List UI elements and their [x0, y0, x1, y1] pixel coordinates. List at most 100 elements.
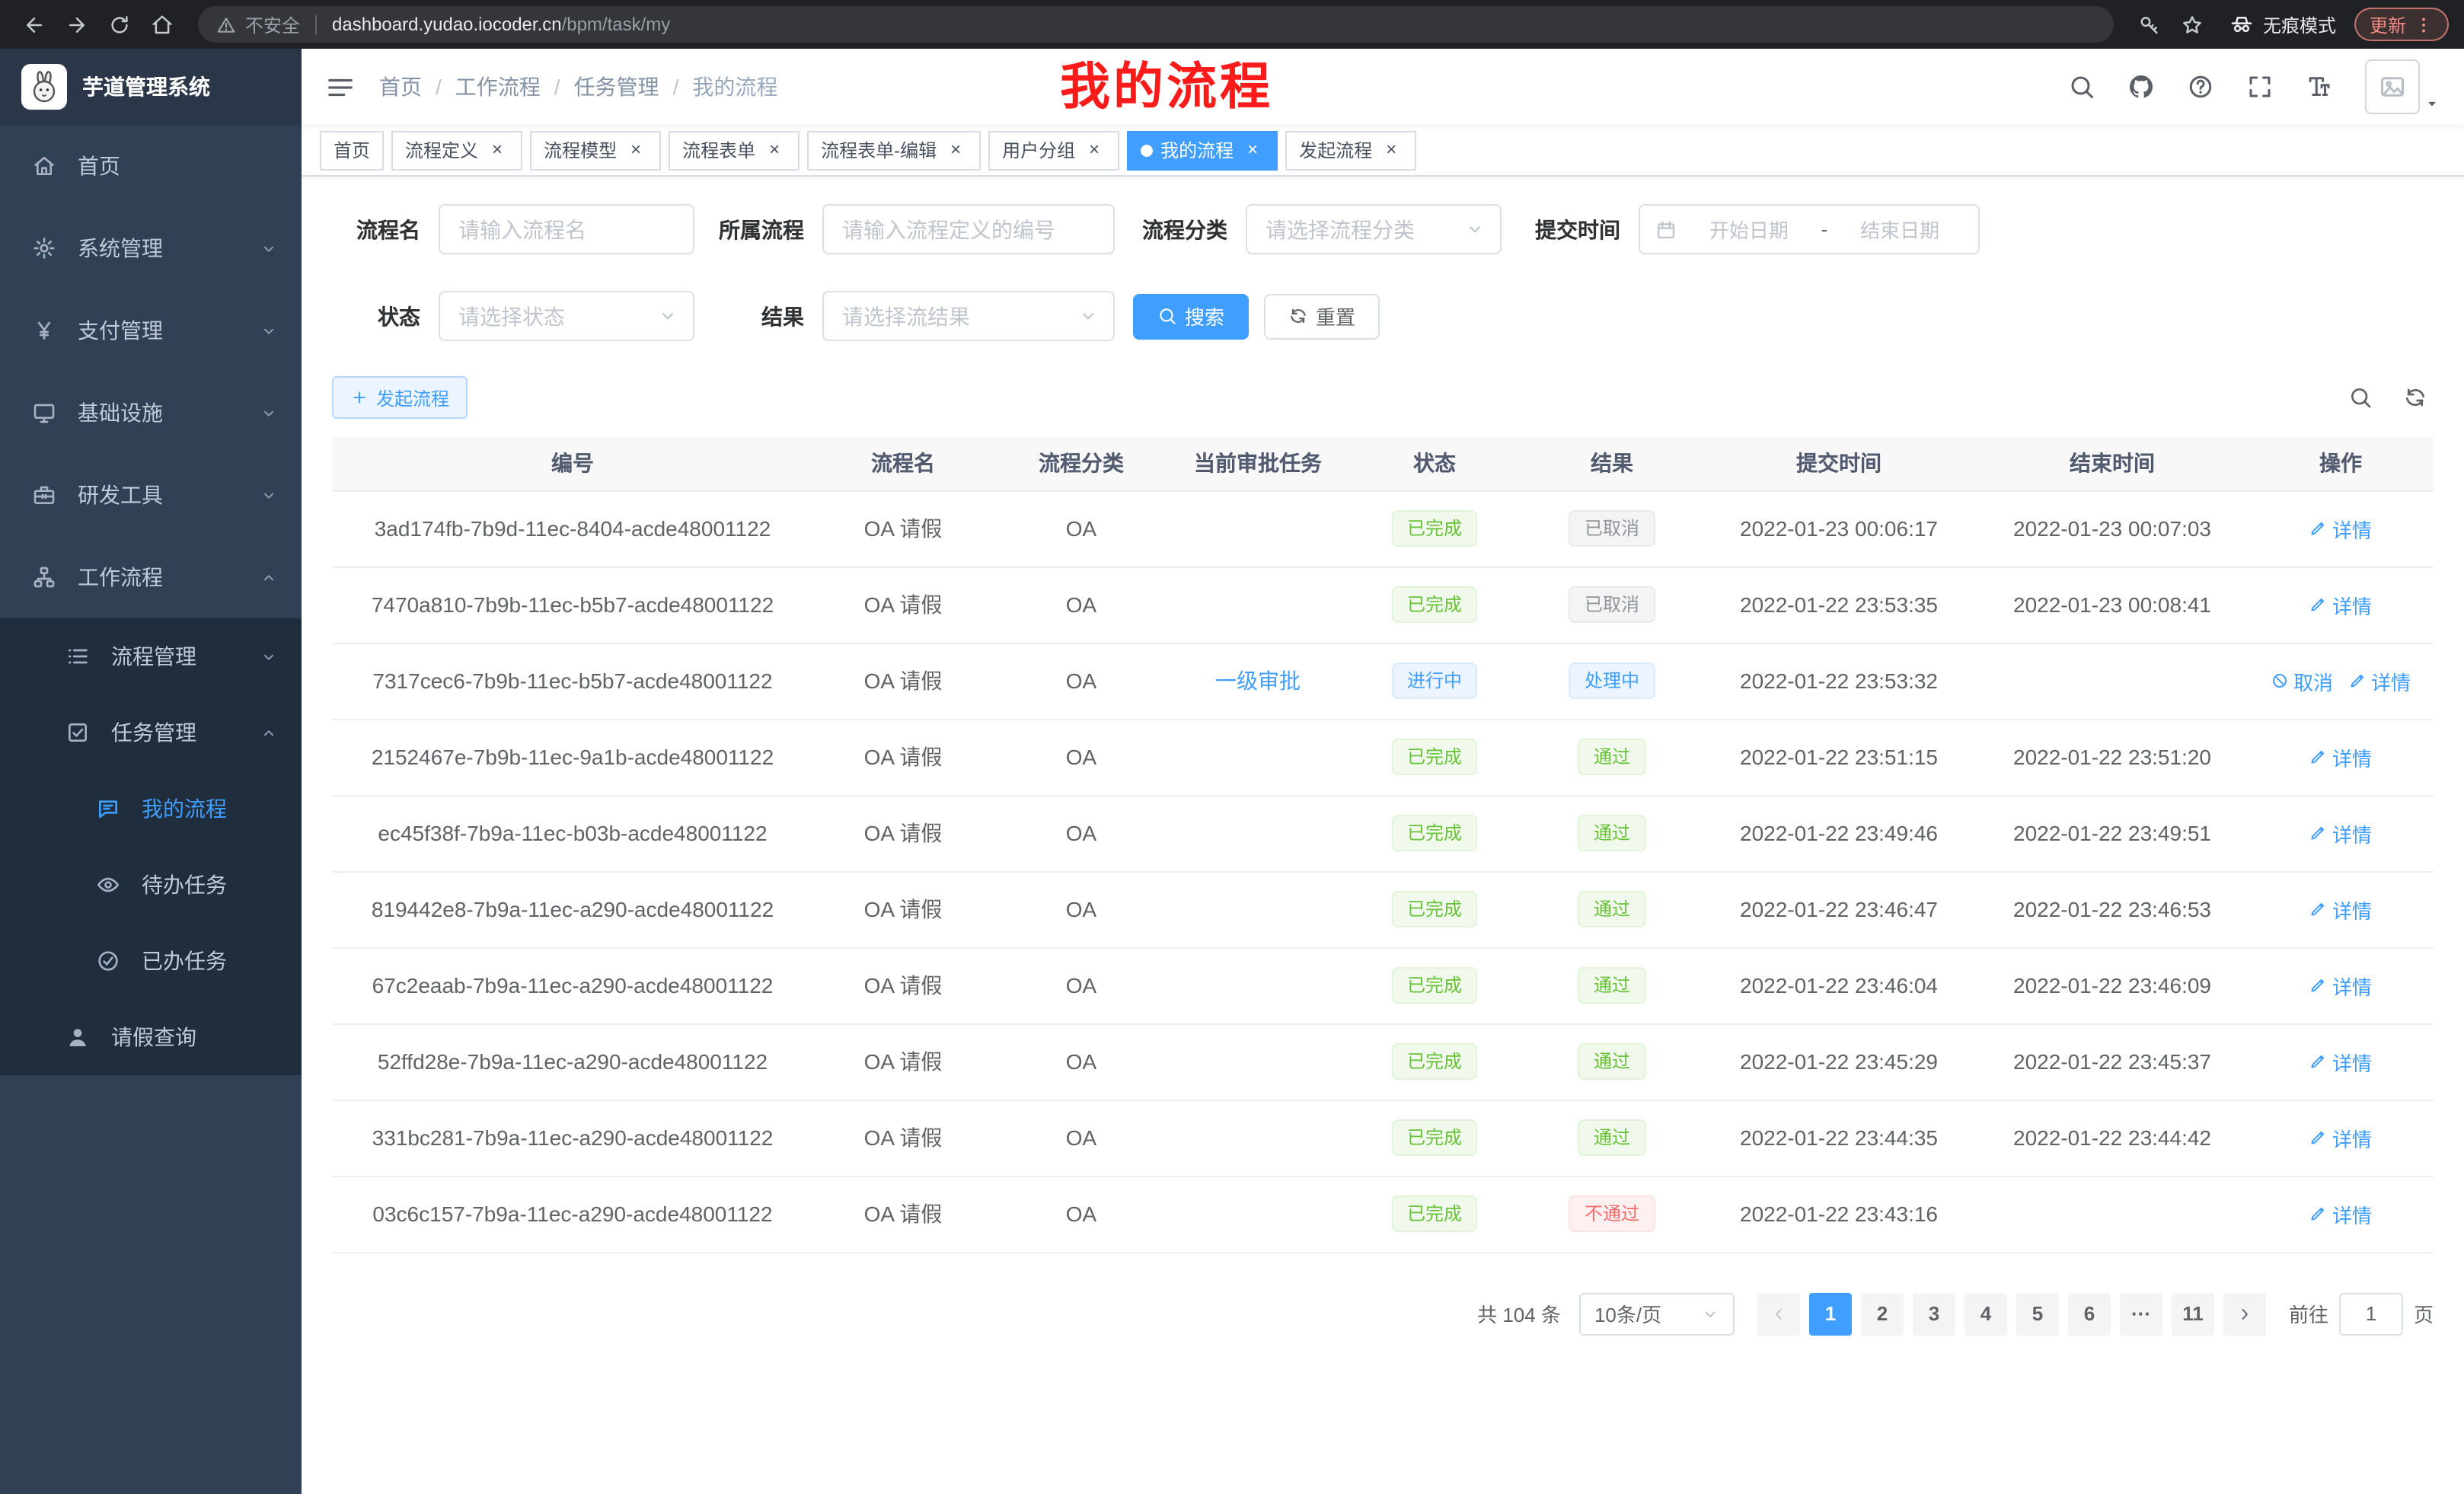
annotation-text: 我的流程	[1060, 59, 1273, 115]
page-button-11[interactable]: 11	[2172, 1292, 2214, 1335]
search-icon[interactable]	[2068, 73, 2095, 101]
process-def-input[interactable]	[822, 204, 1115, 254]
done-icon	[94, 949, 122, 973]
sidebar-item-my-process[interactable]: 我的流程	[0, 771, 302, 847]
forward-icon[interactable]	[58, 6, 94, 43]
cancel-link[interactable]: 取消	[2271, 666, 2333, 695]
detail-link[interactable]: 详情	[2309, 742, 2372, 771]
breadcrumb-separator: /	[673, 75, 679, 99]
page-size-select[interactable]: 10条/页	[1579, 1292, 1735, 1335]
page-button-2[interactable]: 2	[1861, 1292, 1904, 1335]
page-button-3[interactable]: 3	[1913, 1292, 1955, 1335]
sidebar-item-todo-tasks[interactable]: 待办任务	[0, 847, 302, 923]
process-name-input[interactable]	[439, 204, 694, 254]
detail-link[interactable]: 详情	[2309, 590, 2372, 619]
close-icon[interactable]: ×	[1241, 139, 1264, 161]
sidebar-item-infra[interactable]: 基础设施	[0, 372, 302, 454]
column-header: 状态	[1346, 437, 1523, 490]
detail-link[interactable]: 详情	[2309, 514, 2372, 543]
security-label[interactable]: 不安全	[245, 11, 300, 37]
result-placeholder: 请选择流结果	[842, 301, 1078, 331]
tab-process-form-edit[interactable]: 流程表单-编辑×	[807, 130, 981, 170]
app-logo[interactable]: 芋道管理系统	[0, 49, 302, 125]
close-icon[interactable]: ×	[763, 139, 786, 161]
start-process-button[interactable]: 发起流程	[332, 376, 468, 419]
sidebar-item-system[interactable]: 系统管理	[0, 207, 302, 289]
status-badge: 已完成	[1392, 510, 1477, 547]
github-icon[interactable]	[2127, 73, 2155, 101]
breadcrumb-item[interactable]: 首页	[379, 72, 422, 102]
tab-process-model[interactable]: 流程模型×	[530, 130, 661, 170]
sidebar-item-workflow[interactable]: 工作流程	[0, 536, 302, 618]
address-bar[interactable]: 不安全 dashboard.yudao.iocoder.cn/bpm/task/…	[198, 6, 2114, 43]
status-select[interactable]: 请选择状态	[439, 291, 694, 341]
detail-link[interactable]: 详情	[2309, 1123, 2372, 1152]
url-text[interactable]: dashboard.yudao.iocoder.cn/bpm/task/my	[332, 14, 670, 35]
prev-page-button[interactable]	[1757, 1292, 1800, 1335]
bookmark-star-icon[interactable]	[2175, 6, 2211, 43]
detail-link[interactable]: 详情	[2309, 895, 2372, 924]
cell-end-time: 2022-01-22 23:46:09	[1977, 947, 2248, 1023]
detail-link[interactable]: 详情	[2348, 666, 2411, 695]
key-icon[interactable]	[2132, 6, 2169, 43]
cell-current-task: 一级审批	[1170, 643, 1346, 719]
tab-home[interactable]: 首页	[320, 130, 384, 170]
gear-icon	[30, 236, 58, 260]
sidebar-item-task-management[interactable]: 任务管理	[0, 694, 302, 771]
tab-process-definition[interactable]: 流程定义×	[391, 130, 522, 170]
browser-toolbar: 不安全 dashboard.yudao.iocoder.cn/bpm/task/…	[0, 0, 2464, 49]
page-button-4[interactable]: 4	[1964, 1292, 2007, 1335]
sidebar-item-process-management[interactable]: 流程管理	[0, 618, 302, 694]
cell-actions: 详情	[2248, 567, 2434, 643]
update-button[interactable]: 更新	[2354, 8, 2449, 41]
close-icon[interactable]: ×	[624, 139, 647, 161]
cell-category: OA	[993, 1100, 1170, 1176]
tab-my-process[interactable]: 我的流程×	[1127, 130, 1278, 170]
tab-user-group[interactable]: 用户分组×	[988, 130, 1119, 170]
chevron-down-icon	[260, 240, 277, 257]
breadcrumb-item[interactable]: 工作流程	[455, 72, 541, 102]
goto-page-input[interactable]	[2339, 1292, 2403, 1335]
menu-dots-icon[interactable]	[2414, 14, 2434, 34]
fullscreen-icon[interactable]	[2246, 73, 2274, 101]
cell-actions: 详情	[2248, 795, 2434, 871]
breadcrumb-item[interactable]: 任务管理	[574, 72, 659, 102]
detail-link[interactable]: 详情	[2309, 1199, 2372, 1228]
result-select[interactable]: 请选择流结果	[822, 291, 1115, 341]
date-range-picker[interactable]: 开始日期 - 结束日期	[1639, 204, 1980, 254]
close-icon[interactable]: ×	[944, 139, 967, 161]
current-task-link[interactable]: 一级审批	[1215, 666, 1301, 696]
help-icon[interactable]	[2187, 73, 2214, 101]
search-button[interactable]: 搜索	[1133, 293, 1249, 339]
pager-ellipsis[interactable]: ···	[2120, 1292, 2162, 1335]
close-icon[interactable]: ×	[1380, 139, 1403, 161]
font-size-icon[interactable]	[2306, 73, 2333, 101]
page-button-1[interactable]: 1	[1809, 1292, 1852, 1335]
detail-link[interactable]: 详情	[2309, 819, 2372, 848]
sidebar-item-devtools[interactable]: 研发工具	[0, 454, 302, 536]
toggle-search-icon[interactable]	[2348, 385, 2373, 410]
sidebar-item-home[interactable]: 首页	[0, 125, 302, 207]
refresh-table-icon[interactable]	[2403, 385, 2427, 410]
sidebar-item-leave-query[interactable]: 请假查询	[0, 999, 302, 1075]
sidebar-item-payment[interactable]: 支付管理	[0, 289, 302, 372]
page-button-6[interactable]: 6	[2068, 1292, 2111, 1335]
close-icon[interactable]: ×	[486, 139, 509, 161]
tab-process-form[interactable]: 流程表单×	[669, 130, 800, 170]
detail-link[interactable]: 详情	[2309, 1047, 2372, 1076]
page-button-5[interactable]: 5	[2016, 1292, 2059, 1335]
next-page-button[interactable]	[2223, 1292, 2266, 1335]
hamburger-icon[interactable]	[302, 72, 379, 101]
detail-link[interactable]: 详情	[2309, 971, 2372, 1000]
cell-submit-time: 2022-01-22 23:53:35	[1701, 567, 1977, 643]
reset-button[interactable]: 重置	[1264, 293, 1380, 339]
user-avatar[interactable]	[2365, 59, 2440, 114]
back-icon[interactable]	[15, 6, 52, 43]
browser-home-icon[interactable]	[143, 6, 180, 43]
sidebar-item-done-tasks[interactable]: 已办任务	[0, 923, 302, 999]
reload-icon[interactable]	[101, 6, 137, 43]
tab-start-process[interactable]: 发起流程×	[1285, 130, 1416, 170]
category-select[interactable]: 请选择流程分类	[1246, 204, 1502, 254]
cell-current-task	[1170, 719, 1346, 795]
close-icon[interactable]: ×	[1083, 139, 1106, 161]
